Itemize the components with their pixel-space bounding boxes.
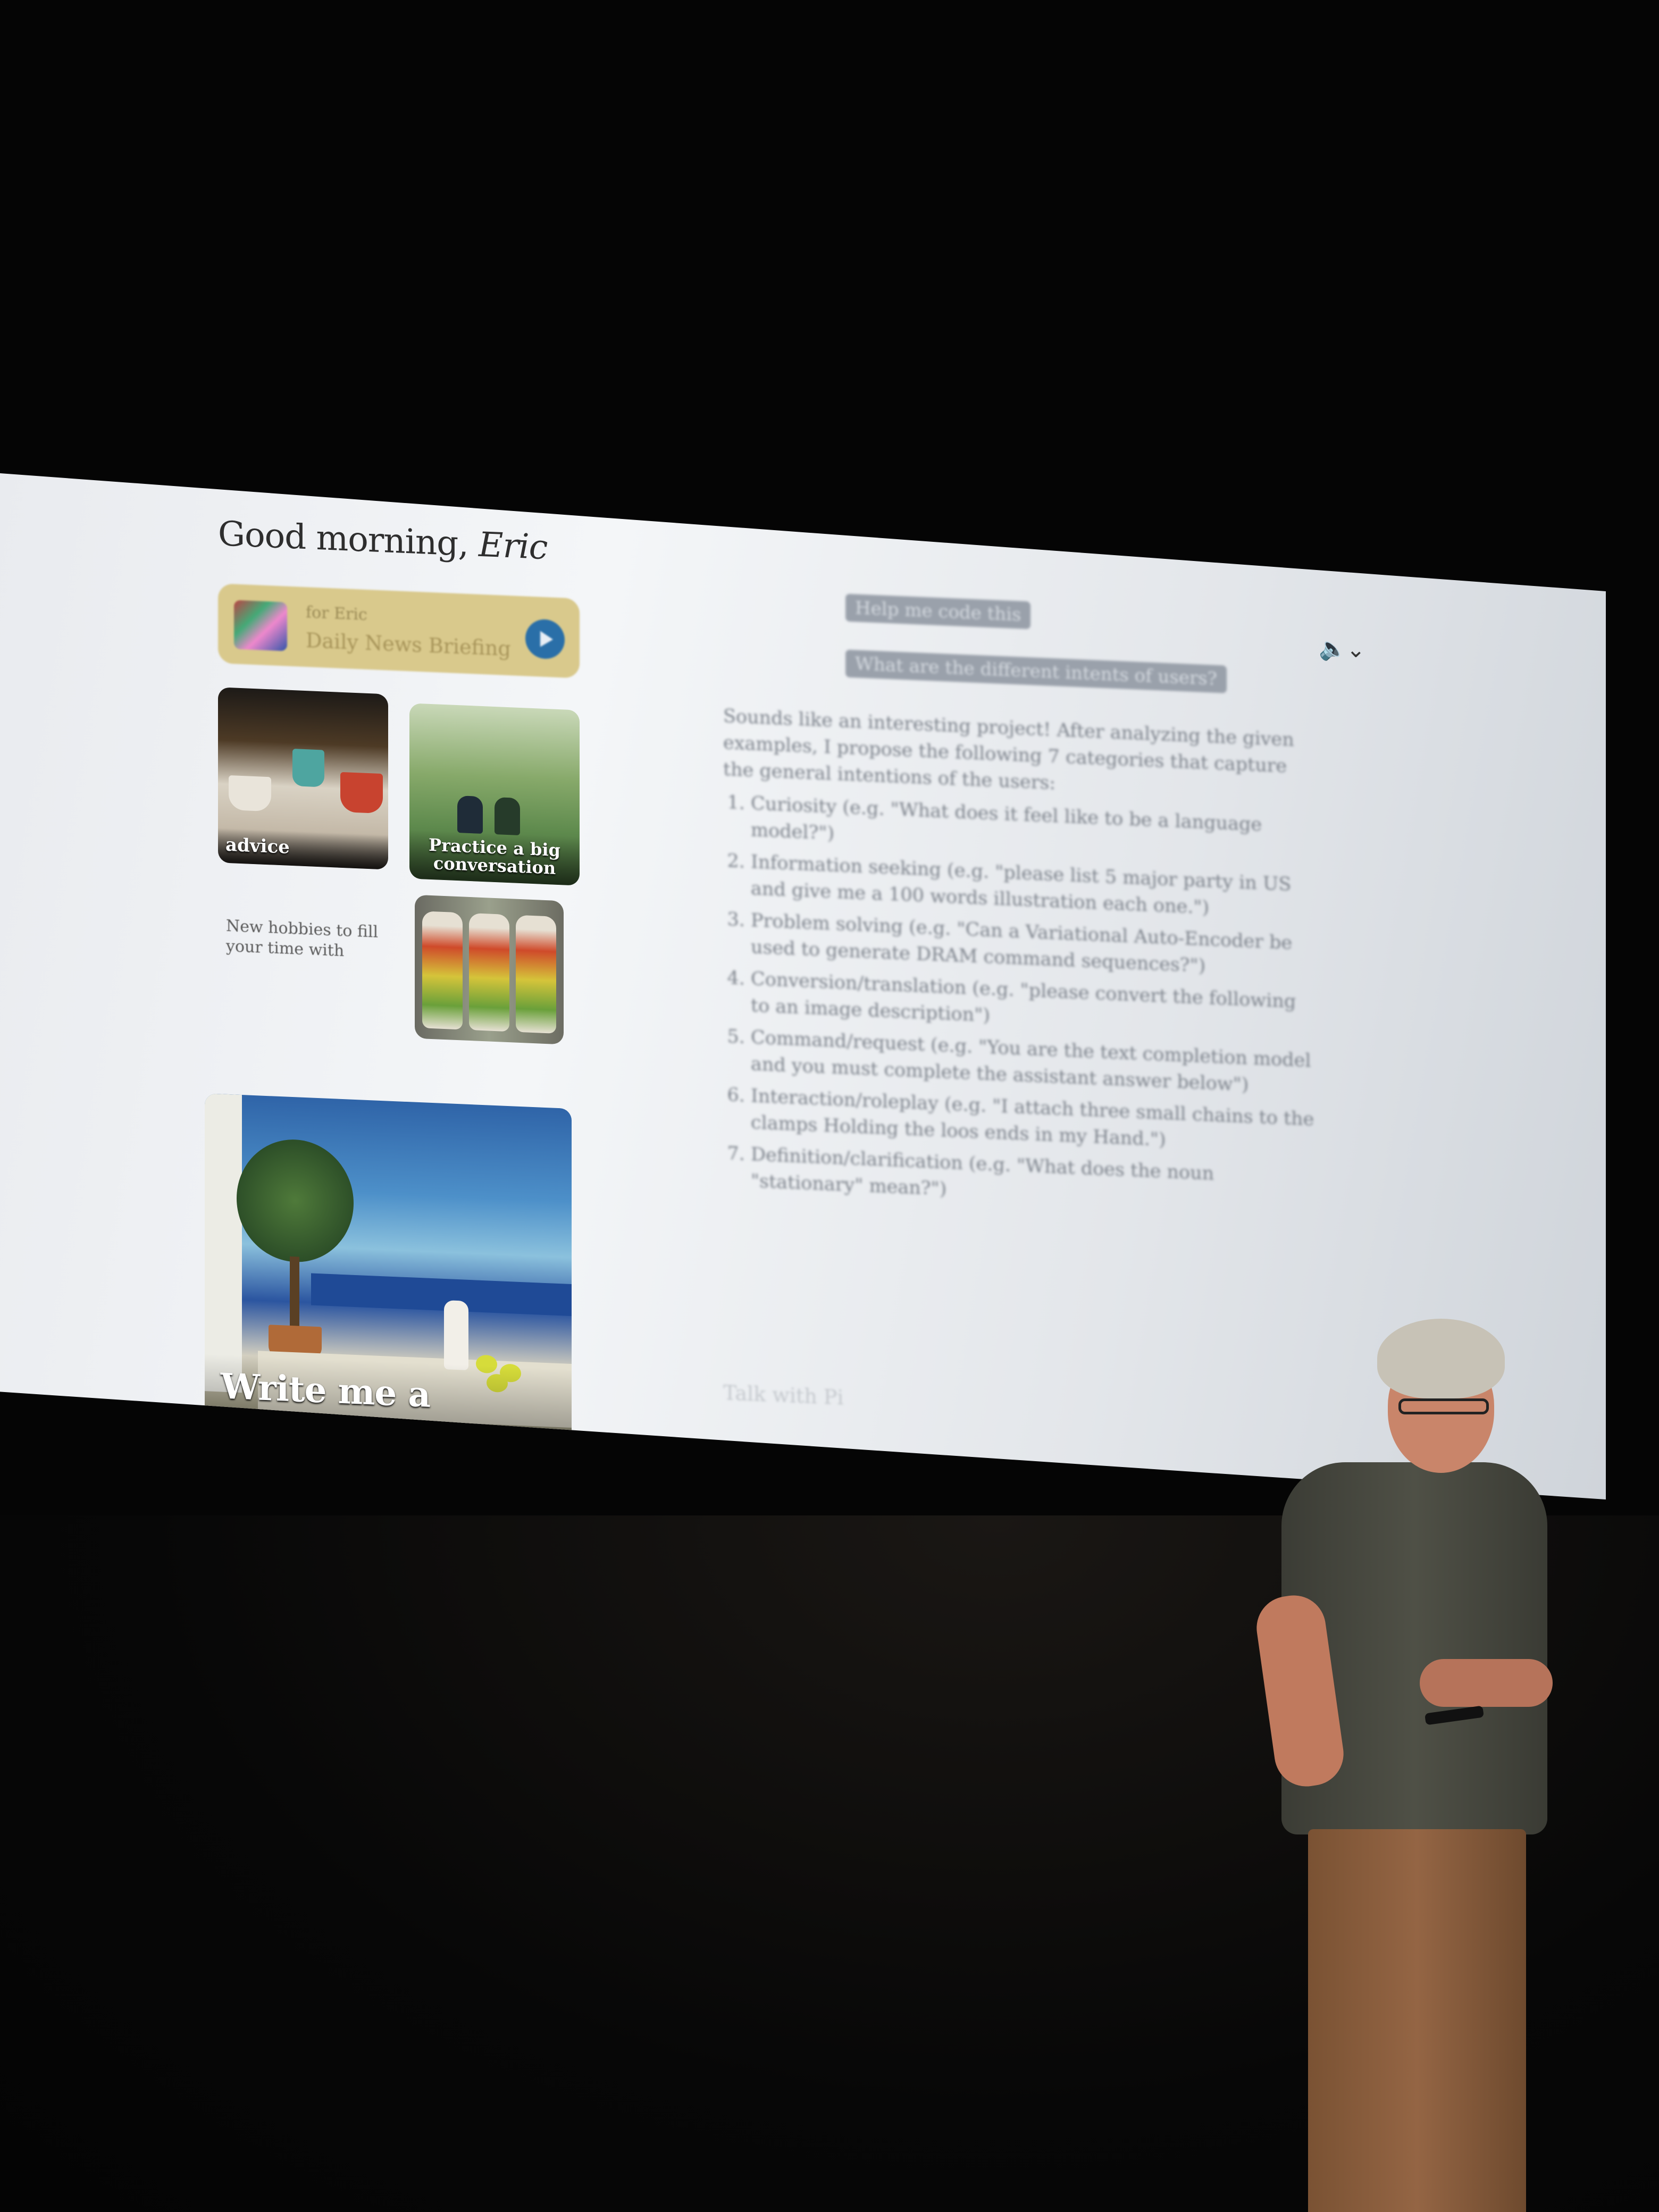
briefing-thumbnail: [234, 600, 287, 651]
greeting-prefix: Good morning,: [218, 514, 468, 564]
assistant-response: Sounds like an interesting project! Afte…: [723, 703, 1319, 1224]
user-message-chip: What are the different intents of users?: [845, 649, 1227, 693]
cup-illustration: [340, 772, 383, 814]
person-illustration: [495, 797, 520, 835]
plant-pot-illustration: [292, 749, 324, 787]
practice-conversation-card[interactable]: Practice a big conversation: [409, 703, 580, 886]
chat-panel: Help me code this What are the different…: [723, 589, 1319, 1200]
person-illustration: [457, 795, 483, 834]
greeting-name: Eric: [478, 525, 548, 568]
jar-illustration: [516, 915, 556, 1034]
tree-trunk-illustration: [290, 1256, 299, 1331]
disclaimer: Pi may make mistakes, please don't rely …: [840, 1473, 1224, 1499]
briefing-label-small: for Eric: [306, 603, 367, 624]
presenter-pants: [1308, 1829, 1526, 2212]
tree-illustration: [237, 1137, 354, 1264]
wall-illustration: [205, 1093, 242, 1393]
briefing-label: Daily News Briefing: [306, 629, 511, 661]
chat-input[interactable]: Talk with Pi: [723, 1381, 844, 1409]
presenter: [1252, 1319, 1563, 2212]
response-intro: Sounds like an interesting project! Afte…: [723, 706, 1294, 794]
sea-illustration: [311, 1273, 572, 1317]
advice-card-label: advice: [218, 828, 388, 870]
presenter-hair: [1377, 1319, 1505, 1398]
hobbies-card[interactable]: [415, 894, 564, 1045]
hobbies-card-label: New hobbies to fill your time with: [226, 916, 379, 961]
jar-illustration: [469, 912, 509, 1032]
cup-illustration: [229, 775, 271, 812]
advice-card[interactable]: advice: [218, 687, 388, 870]
intent-list: Curiosity (e.g. "What does it feel like …: [723, 789, 1319, 1218]
write-poem-card[interactable]: Write me a poem, Pi: [205, 1093, 572, 1481]
glasses-icon: [1398, 1398, 1489, 1414]
jar-illustration: [422, 911, 463, 1030]
practice-card-label: Practice a big conversation: [409, 830, 580, 886]
greeting: Good morning, Eric: [218, 514, 548, 567]
bottle-illustration: [444, 1300, 468, 1370]
user-message-chip: Help me code this: [845, 593, 1031, 630]
presenter-arm: [1420, 1659, 1553, 1707]
play-icon[interactable]: [525, 618, 565, 660]
speaker-icon[interactable]: 🔈⌄: [1319, 635, 1365, 664]
poem-card-label: Write me a poem, Pi: [205, 1354, 572, 1481]
daily-news-briefing-card[interactable]: for Eric Daily News Briefing: [218, 583, 580, 678]
